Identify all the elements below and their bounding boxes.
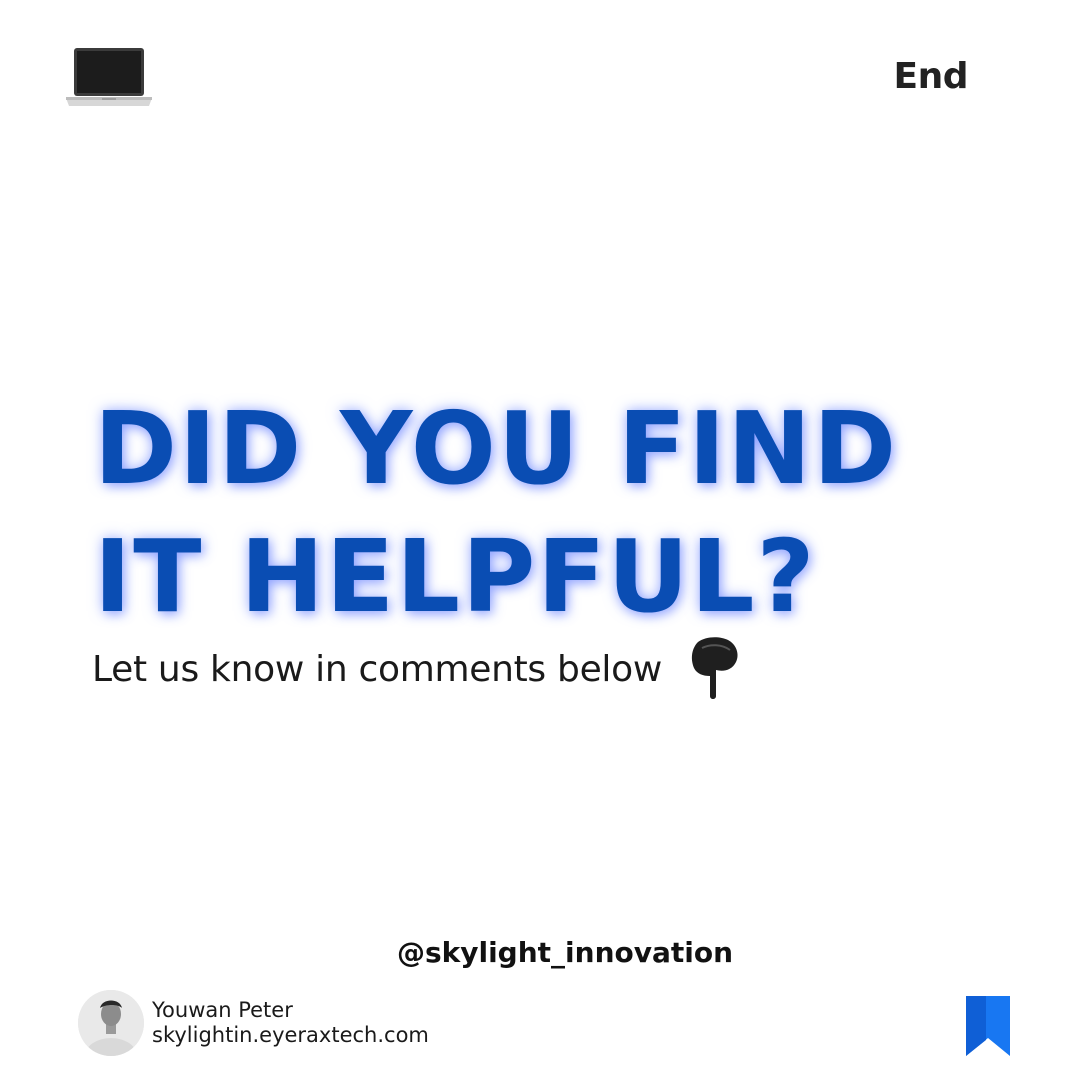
subtitle-row: Let us know in comments below	[92, 636, 742, 702]
headline-line-2: IT HELPFUL?	[94, 518, 817, 635]
laptop-icon	[66, 48, 152, 106]
headline: DID YOU FIND IT HELPFUL?	[94, 385, 994, 641]
author-site: skylightin.eyeraxtech.com	[152, 1023, 429, 1047]
bookmark-icon[interactable]	[964, 994, 1012, 1058]
end-label: End	[893, 56, 969, 97]
author-block: Youwan Peter skylightin.eyeraxtech.com	[78, 990, 429, 1056]
hand-pointing-down-icon	[691, 637, 738, 699]
author-name: Youwan Peter	[152, 998, 293, 1022]
person-photo-icon	[78, 990, 144, 1056]
author-text: Youwan Peter skylightin.eyeraxtech.com	[152, 998, 429, 1048]
headline-line-1: DID YOU FIND	[94, 390, 899, 507]
subtitle: Let us know in comments below	[92, 648, 662, 690]
social-handle: @skylight_innovation	[396, 936, 734, 969]
avatar	[78, 990, 144, 1056]
